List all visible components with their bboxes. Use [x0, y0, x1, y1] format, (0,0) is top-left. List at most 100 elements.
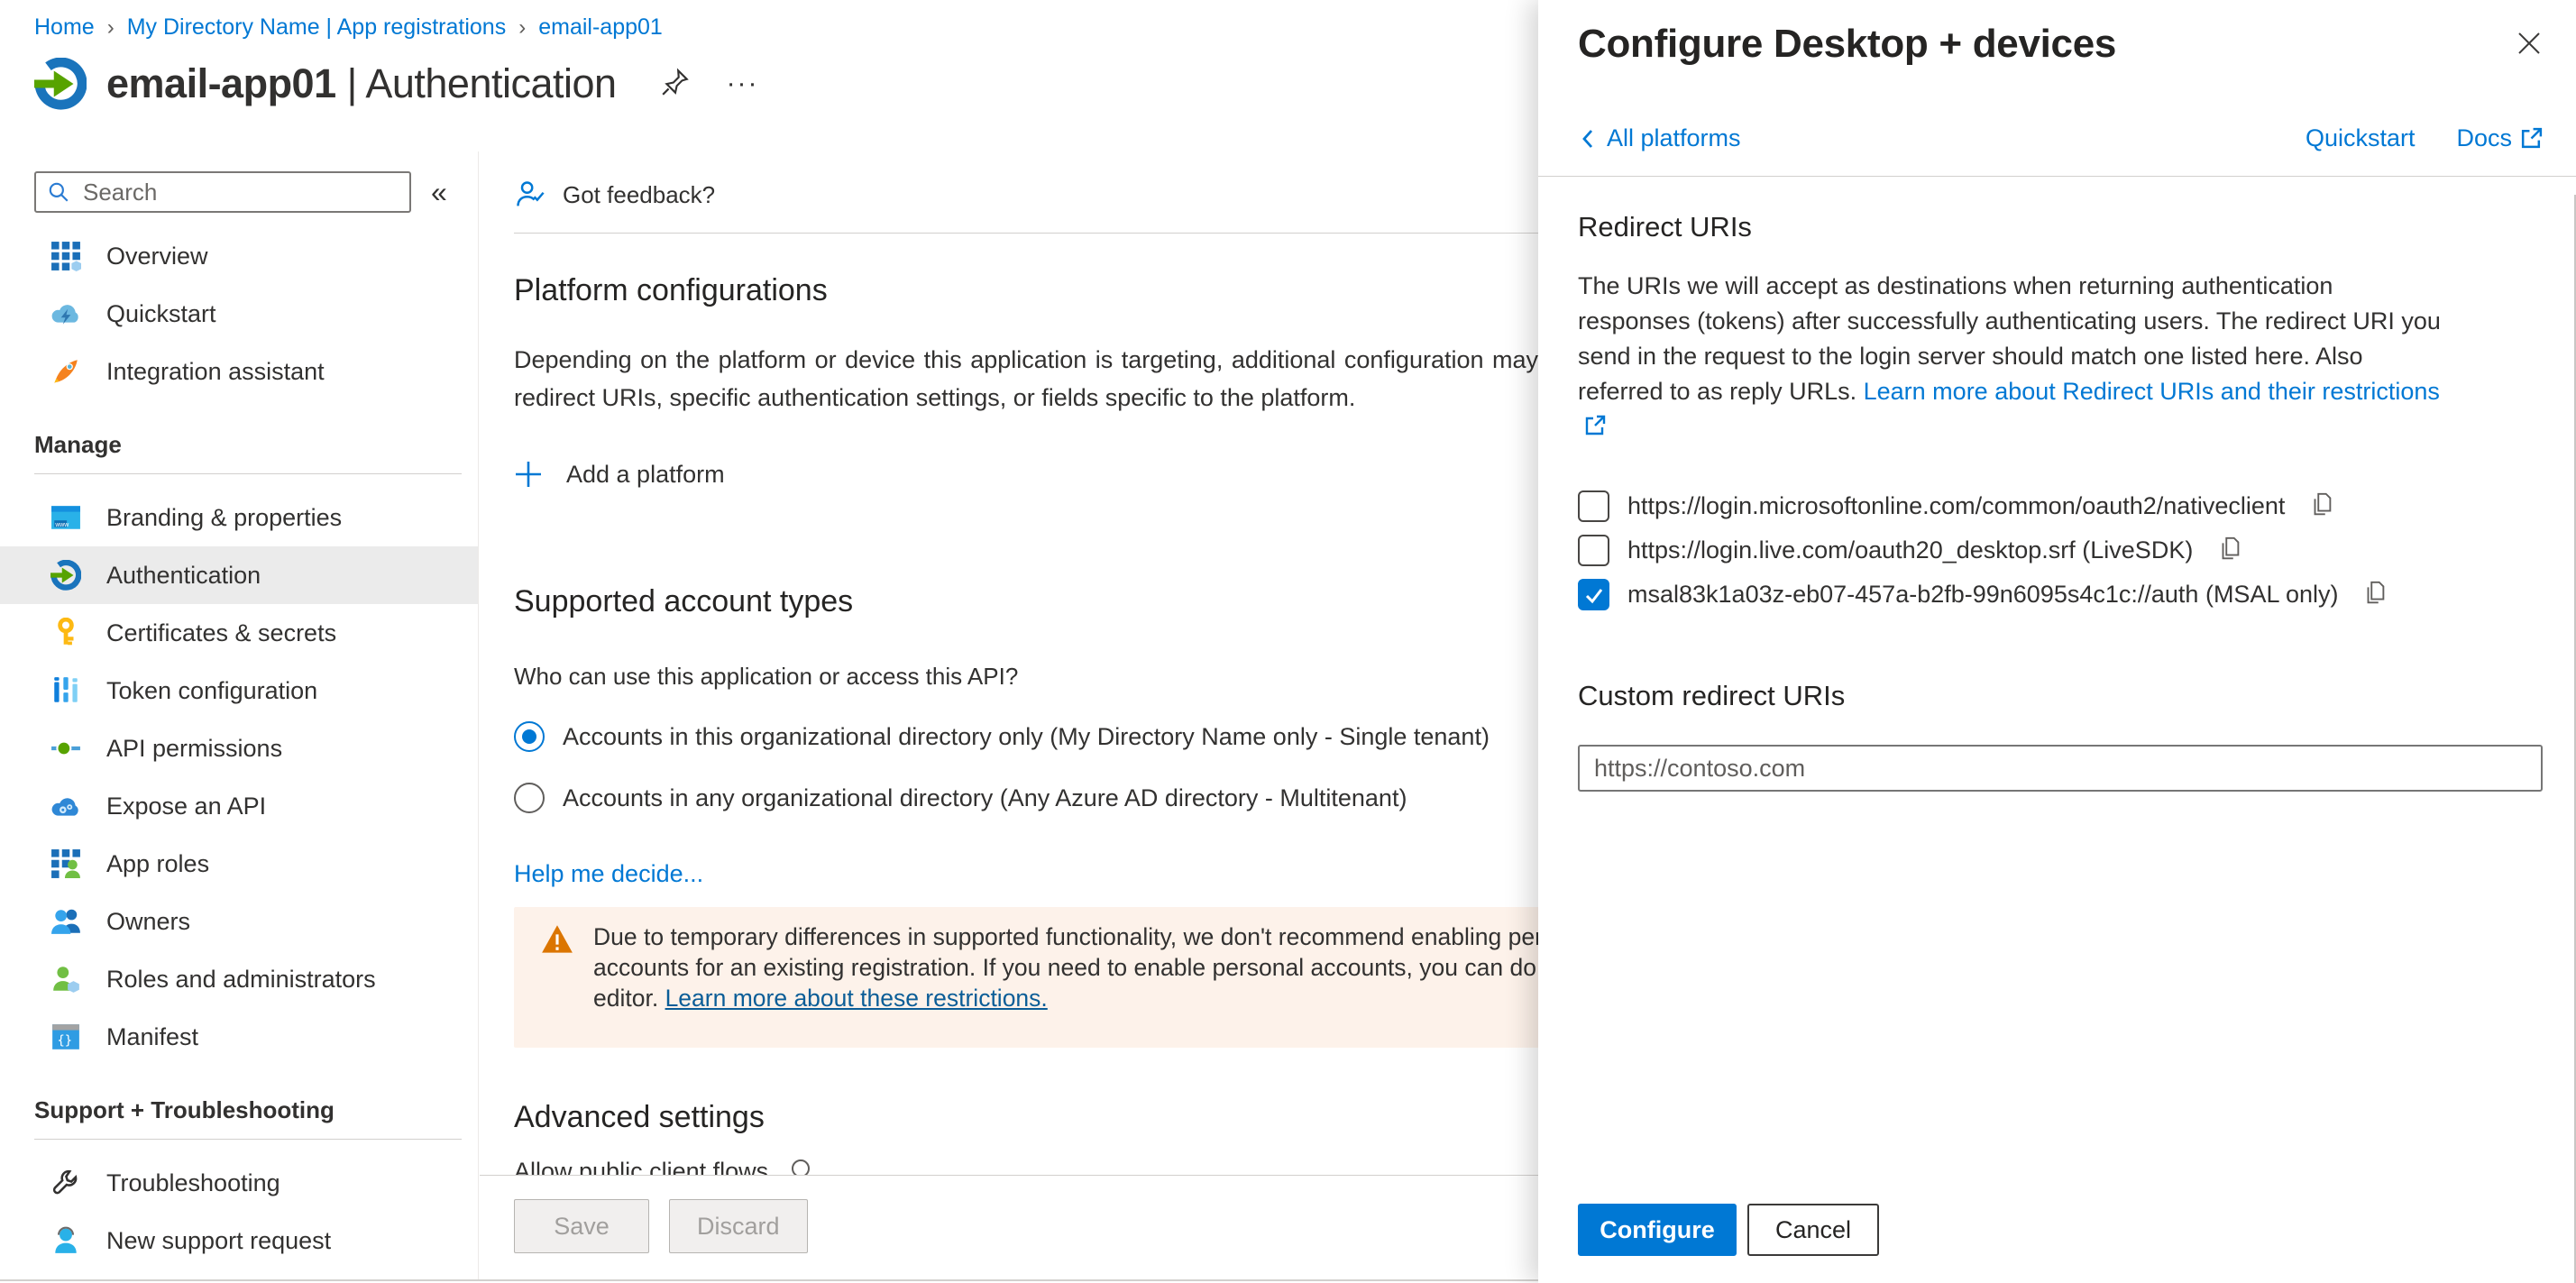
sidebar-item-label: Quickstart [106, 300, 216, 328]
sidebar-item-branding-properties[interactable]: www Branding & properties [0, 489, 478, 546]
sidebar-item-roles-administrators[interactable]: Roles and administrators [0, 950, 478, 1008]
search-input[interactable] [83, 179, 380, 206]
external-link-icon [2519, 126, 2544, 151]
docs-link[interactable]: Docs [2456, 124, 2544, 152]
breadcrumb-app-registrations[interactable]: My Directory Name | App registrations [127, 14, 507, 41]
more-options-icon[interactable]: ··· [727, 79, 759, 88]
advanced-settings-title: Advanced settings [514, 1100, 765, 1135]
uri-checkbox[interactable] [1578, 579, 1609, 610]
sidebar-item-expose-an-api[interactable]: Expose an API [0, 777, 478, 835]
authentication-icon [50, 560, 81, 591]
sidebar-item-certificates-secrets[interactable]: Certificates & secrets [0, 604, 478, 662]
radio-label: Accounts in this organizational director… [563, 723, 1490, 751]
chevron-left-icon [1578, 128, 1600, 150]
sidebar-item-label: Manifest [106, 1023, 198, 1051]
uri-checkbox[interactable] [1578, 490, 1609, 522]
sidebar-item-integration-assistant[interactable]: Integration assistant [0, 343, 478, 400]
breadcrumb: Home › My Directory Name | App registrat… [34, 14, 663, 41]
page-title: email-app01 | Authentication [106, 60, 617, 107]
branding-icon: www [50, 502, 81, 533]
divider [34, 1139, 462, 1140]
troubleshooting-icon [50, 1168, 81, 1198]
sidebar-item-new-support-request[interactable]: New support request [0, 1212, 478, 1269]
expose-api-icon [50, 791, 81, 821]
sidebar-item-label: Troubleshooting [106, 1169, 280, 1197]
radio-button[interactable] [514, 721, 545, 752]
support-request-icon [50, 1225, 81, 1256]
sidebar-item-label: Overview [106, 243, 208, 270]
panel-title: Configure Desktop + devices [1578, 22, 2116, 67]
quickstart-icon [50, 298, 81, 329]
page-title-divider: | [336, 60, 366, 106]
uri-checkbox[interactable] [1578, 535, 1609, 566]
page-title-section: Authentication [365, 60, 616, 106]
sidebar: « Overview Quickstart [0, 151, 479, 1279]
sidebar-item-authentication[interactable]: Authentication [0, 546, 478, 604]
all-platforms-back-link[interactable]: All platforms [1578, 124, 1741, 152]
allow-public-client-flows-label: Allow public client flows [514, 1158, 768, 1175]
sidebar-item-api-permissions[interactable]: API permissions [0, 719, 478, 777]
sidebar-item-label: Roles and administrators [106, 966, 376, 994]
close-icon[interactable] [2515, 29, 2544, 62]
api-permissions-icon [50, 733, 81, 764]
sidebar-item-token-configuration[interactable]: Token configuration [0, 662, 478, 719]
sidebar-item-label: Authentication [106, 562, 261, 590]
sidebar-item-owners[interactable]: Owners [0, 893, 478, 950]
owners-icon [50, 906, 81, 937]
sidebar-item-app-roles[interactable]: App roles [0, 835, 478, 893]
sidebar-item-manifest[interactable]: {} Manifest [0, 1008, 478, 1066]
help-me-decide-link[interactable]: Help me decide... [514, 860, 703, 888]
copy-icon[interactable] [2361, 579, 2388, 610]
configure-button[interactable]: Configure [1578, 1204, 1737, 1256]
uri-label: https://login.live.com/oauth20_desktop.s… [1627, 536, 2193, 564]
info-icon [790, 1158, 811, 1175]
sidebar-item-label: Branding & properties [106, 504, 342, 532]
radio-button[interactable] [514, 783, 545, 813]
sidebar-item-label: Integration assistant [106, 358, 325, 386]
warning-icon [541, 923, 573, 956]
sidebar-item-label: App roles [106, 850, 209, 878]
uri-label: msal83k1a03z-eb07-457a-b2fb-99n6095s4c1c… [1627, 581, 2338, 609]
custom-redirect-uri-input[interactable] [1578, 745, 2543, 792]
page-title-app-name: email-app01 [106, 60, 336, 106]
sidebar-item-label: Owners [106, 908, 190, 936]
breadcrumb-home[interactable]: Home [34, 14, 95, 41]
copy-icon[interactable] [2308, 490, 2335, 522]
sidebar-item-quickstart[interactable]: Quickstart [0, 285, 478, 343]
uri-row-livesdk: https://login.live.com/oauth20_desktop.s… [1578, 528, 2544, 573]
sidebar-search [34, 171, 411, 213]
quickstart-link[interactable]: Quickstart [2306, 124, 2416, 152]
sidebar-item-label: Token configuration [106, 677, 317, 705]
breadcrumb-separator: › [518, 15, 526, 41]
sidebar-item-troubleshooting[interactable]: Troubleshooting [0, 1154, 478, 1212]
sidebar-item-overview[interactable]: Overview [0, 227, 478, 285]
token-configuration-icon [50, 675, 81, 706]
add-platform-label: Add a platform [566, 461, 725, 489]
pin-icon[interactable] [660, 67, 691, 102]
window-bottom-edge [0, 1279, 1538, 1281]
copy-icon[interactable] [2216, 535, 2243, 566]
sidebar-section-manage: Manage [0, 431, 478, 459]
main-footer: Save Discard [480, 1175, 1538, 1280]
page-header: email-app01 | Authentication ··· [34, 58, 759, 110]
sidebar-section-support: Support + Troubleshooting [0, 1096, 478, 1124]
redirect-uris-description: The URIs we will accept as destinations … [1578, 269, 2443, 444]
uri-label: https://login.microsoftonline.com/common… [1627, 492, 2285, 520]
allow-public-client-flows-row: Allow public client flows [514, 1158, 811, 1175]
uri-row-nativeclient: https://login.microsoftonline.com/common… [1578, 484, 2544, 528]
roles-administrators-icon [50, 964, 81, 994]
collapse-sidebar-icon[interactable]: « [431, 176, 447, 209]
warning-learn-more-link[interactable]: Learn more about these restrictions. [665, 985, 1048, 1012]
azure-portal-page: Home › My Directory Name | App registrat… [0, 0, 2576, 1283]
breadcrumb-email-app01[interactable]: email-app01 [538, 14, 663, 41]
feedback-icon [514, 179, 546, 211]
cancel-button[interactable]: Cancel [1747, 1204, 1879, 1256]
sidebar-item-label: Expose an API [106, 793, 266, 820]
redirect-uris-title: Redirect URIs [1578, 211, 2544, 243]
search-icon [47, 180, 70, 204]
warning-text: Due to temporary differences in supporte… [593, 921, 1658, 1013]
uri-row-msal: msal83k1a03z-eb07-457a-b2fb-99n6095s4c1c… [1578, 573, 2544, 617]
divider [1538, 176, 2576, 177]
save-button[interactable]: Save [514, 1199, 649, 1253]
discard-button[interactable]: Discard [669, 1199, 808, 1253]
